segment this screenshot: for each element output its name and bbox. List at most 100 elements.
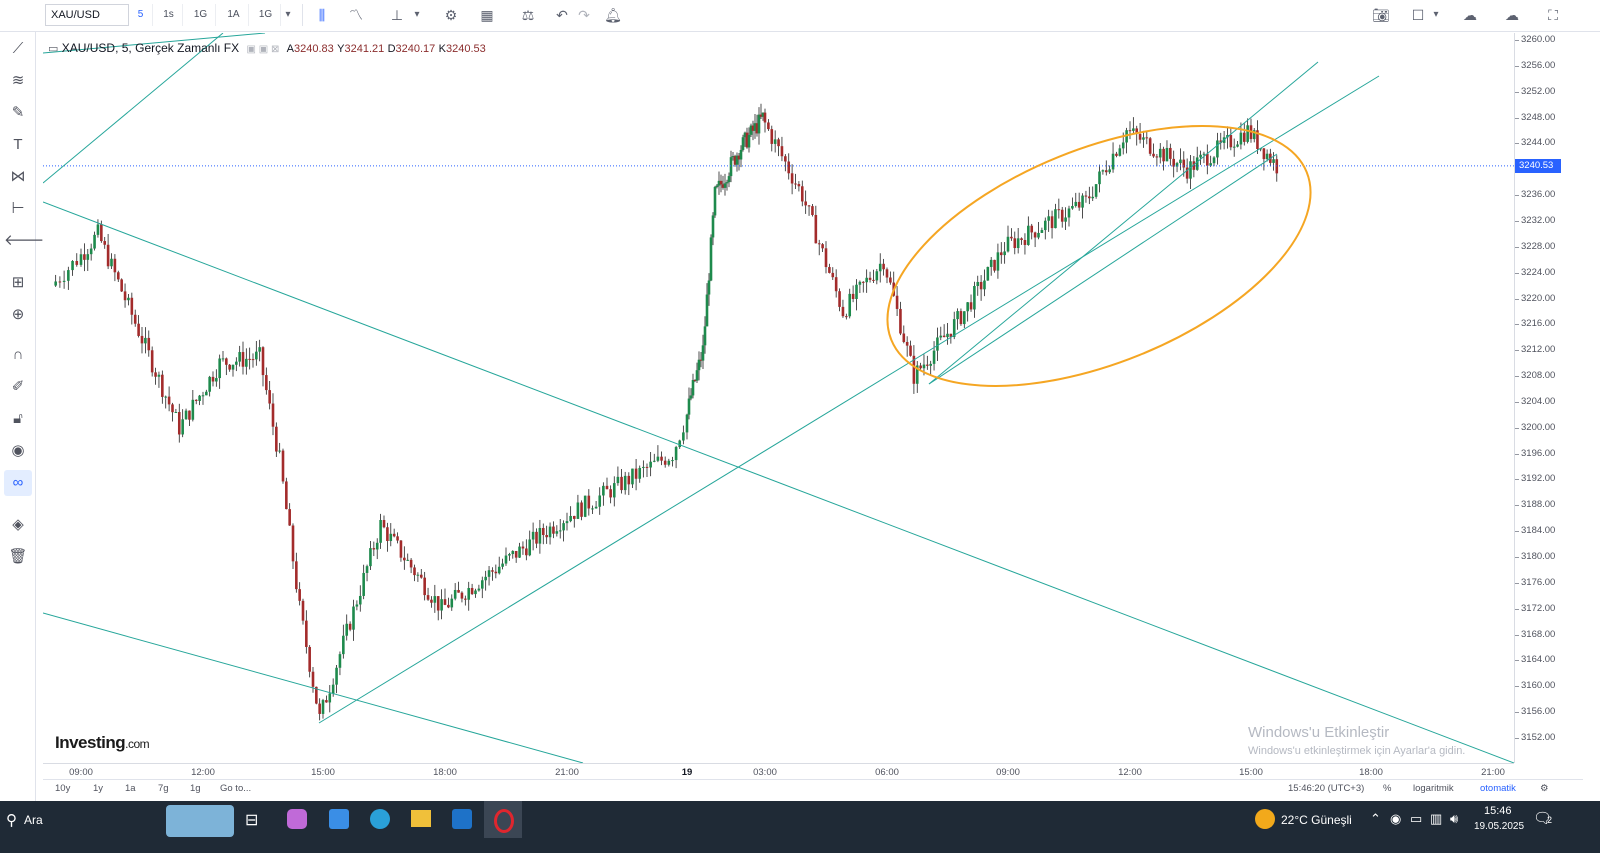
candle-body: [508, 554, 511, 556]
clock-label: 15:46:20 (UTC+3): [1288, 783, 1365, 794]
range-10y-button[interactable]: 10y: [55, 783, 70, 794]
auto-toggle[interactable]: otomatik: [1480, 783, 1516, 794]
link-icon[interactable]: ∞: [4, 470, 32, 496]
range-1a-button[interactable]: 1a: [125, 783, 136, 794]
candle-body: [858, 281, 862, 285]
back-arrow-icon[interactable]: 🡐: [4, 228, 44, 254]
pattern-tool-icon[interactable]: ⋈: [4, 164, 32, 190]
measure-tool-icon[interactable]: ⊢: [4, 196, 32, 222]
lock-icon[interactable]: 🔓︎: [4, 406, 32, 432]
candle-body: [1013, 238, 1017, 249]
percent-toggle[interactable]: %: [1383, 783, 1391, 794]
candle-body: [663, 460, 667, 465]
trash-icon[interactable]: 🗑︎: [4, 544, 32, 570]
candle-body: [591, 508, 594, 510]
candle-body: [328, 693, 332, 703]
indicators-dropdown-icon[interactable]: ▾: [408, 4, 426, 26]
price-axis[interactable]: 3260.00 3256.00 3252.00 3248.00 3244.00 3240.…: [1514, 33, 1565, 763]
candle-body: [83, 254, 86, 260]
candle-body: [969, 302, 973, 310]
candle-body: [474, 590, 477, 595]
taskbar-time[interactable]: 15:46: [1484, 805, 1512, 817]
tray-chevron-icon[interactable]: ⌃: [1370, 811, 1381, 827]
opera-taskbar-button[interactable]: [484, 801, 522, 838]
interval-dropdown-icon[interactable]: ▾: [279, 4, 297, 26]
copilot-icon[interactable]: [287, 809, 307, 829]
interval-1g-button[interactable]: 1G: [186, 4, 216, 26]
candle-body: [1081, 195, 1084, 208]
candle-body: [649, 461, 652, 468]
time-axis[interactable]: 09:00 12:00 15:00 18:00 21:00 19 03:00 06:00 09:…: [43, 763, 1514, 780]
candle-body: [1152, 153, 1155, 157]
legend-menu-icon[interactable]: ▭: [48, 43, 58, 55]
camera-icon[interactable]: 📷︎: [1368, 4, 1394, 26]
brush-icon[interactable]: ✎: [4, 100, 32, 126]
fullscreen-icon[interactable]: ⛶: [1540, 4, 1566, 26]
cloud-upload-icon[interactable]: ☁: [1497, 4, 1527, 26]
cloud-download-icon[interactable]: ☁: [1455, 4, 1485, 26]
outlook-icon[interactable]: [452, 809, 472, 829]
file-explorer-icon[interactable]: [411, 810, 431, 827]
symbol-search-input[interactable]: XAU/USD: [45, 4, 129, 26]
pencil-lock-icon[interactable]: ✐: [4, 374, 32, 400]
keyboard-icon[interactable]: ▭: [1410, 811, 1422, 827]
layers-icon[interactable]: ◈: [4, 512, 32, 538]
legend-toggle-icons[interactable]: ▣ ▣ ⊠: [246, 44, 279, 55]
candle-body: [457, 589, 460, 593]
candle-body: [171, 404, 174, 413]
interval-1a-button[interactable]: 1A: [219, 4, 249, 26]
fib-tool-icon[interactable]: ≋: [4, 68, 32, 94]
range-7g-button[interactable]: 7g: [158, 783, 169, 794]
candle-body: [1088, 196, 1091, 199]
candle-body: [382, 520, 386, 528]
candle-body: [645, 466, 649, 468]
candle-body: [729, 157, 733, 177]
balance-icon[interactable]: ⚖: [515, 4, 541, 26]
taskbar-date[interactable]: 19.05.2025: [1474, 821, 1524, 832]
candle-body: [638, 467, 642, 479]
candle-body: [127, 297, 130, 301]
edge-icon[interactable]: [370, 809, 390, 829]
interval-1s-button[interactable]: 1s: [155, 4, 183, 26]
goto-button[interactable]: Go to...: [220, 783, 251, 794]
magnet-icon[interactable]: ∩: [4, 342, 32, 368]
range-1g-button[interactable]: 1g: [190, 783, 201, 794]
indicators-icon[interactable]: ⊥: [384, 4, 410, 26]
range-1y-button[interactable]: 1y: [93, 783, 103, 794]
candles-icon[interactable]: ⫼: [309, 4, 335, 26]
price-chart[interactable]: [43, 33, 1514, 763]
search-icon[interactable]: ⚲: [6, 811, 17, 829]
weather-sun-icon[interactable]: [1255, 809, 1275, 829]
candle-body: [194, 399, 198, 401]
weather-label[interactable]: 22°C Güneşli: [1281, 813, 1352, 827]
taskbar-search-label[interactable]: Ara: [24, 813, 43, 827]
layout-dropdown-icon[interactable]: ▾: [1427, 4, 1445, 26]
candle-body: [113, 258, 117, 273]
network-icon[interactable]: ▥: [1430, 811, 1442, 827]
candle-body: [1098, 171, 1101, 185]
log-toggle[interactable]: logaritmik: [1413, 783, 1454, 794]
chart-settings-icon[interactable]: ⚙: [1540, 783, 1549, 794]
interval-5-button[interactable]: 5: [129, 4, 153, 26]
interval-1g2-button[interactable]: 1G: [251, 4, 281, 26]
redo-icon[interactable]: ↷: [571, 4, 597, 26]
search-highlight-image[interactable]: [166, 805, 234, 837]
eye-icon[interactable]: ◉: [4, 438, 32, 464]
settings-icon[interactable]: ⚙: [438, 4, 464, 26]
zoom-icon[interactable]: ⊕: [4, 302, 32, 328]
price-tick-label: 3224.00: [1521, 266, 1556, 278]
volume-icon[interactable]: 🔊︎: [1450, 811, 1458, 827]
text-tool-icon[interactable]: T: [4, 132, 32, 158]
compare-icon[interactable]: 〽: [343, 4, 369, 26]
record-icon[interactable]: ◉: [1390, 811, 1401, 827]
candle-body: [375, 542, 379, 550]
task-view-icon[interactable]: ⊟: [245, 810, 258, 830]
alert-icon[interactable]: 🔔︎: [600, 4, 626, 26]
candle-body: [494, 571, 498, 574]
store-icon[interactable]: [329, 809, 349, 829]
forecast-icon[interactable]: ⊞: [4, 270, 32, 296]
candle-body: [784, 156, 787, 162]
studies-icon[interactable]: ▦: [474, 4, 500, 26]
trend-line-icon[interactable]: ⟋: [4, 36, 32, 62]
candle-body: [627, 475, 631, 485]
